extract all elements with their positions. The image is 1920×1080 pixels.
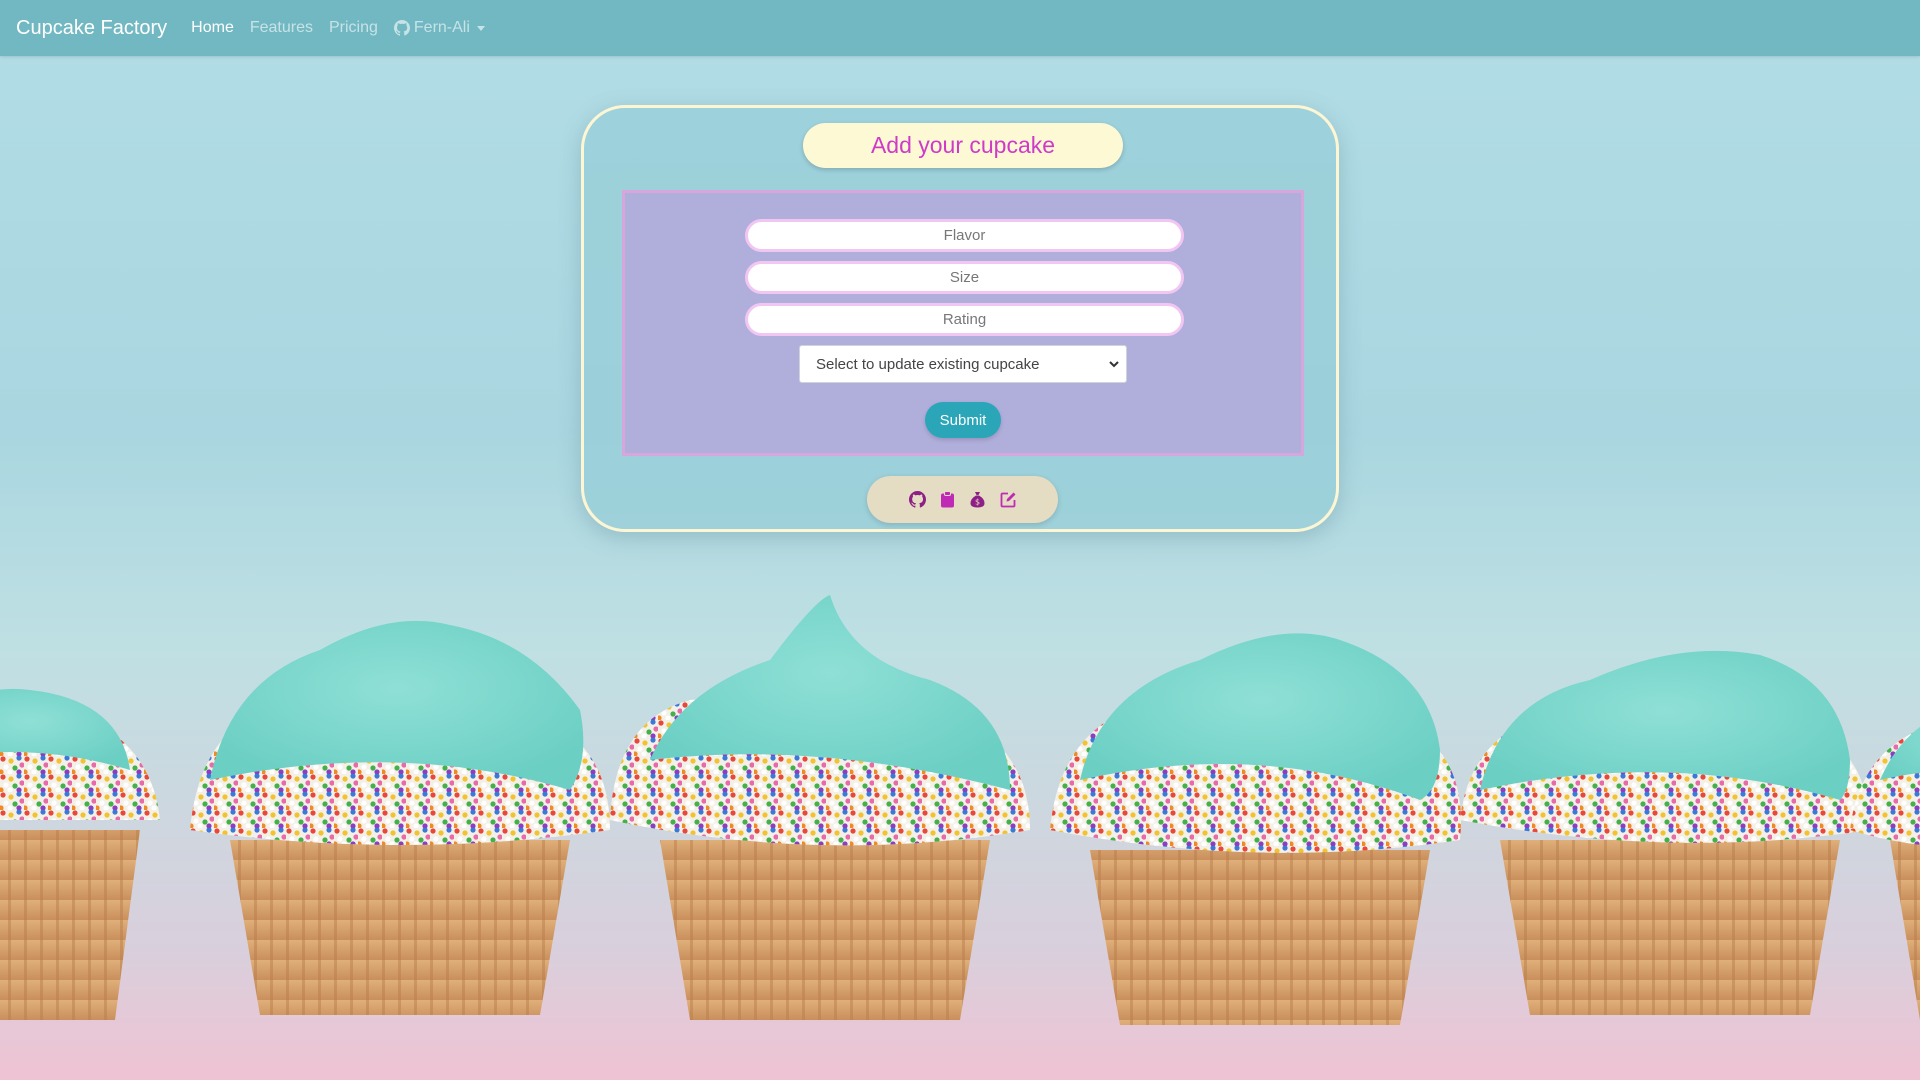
user-dropdown-label: Fern-Ali bbox=[413, 19, 470, 36]
card-title: Add your cupcake bbox=[803, 123, 1123, 168]
user-dropdown[interactable]: Fern-Ali bbox=[393, 19, 485, 37]
update-cupcake-select-value: Select to update existing cupcake bbox=[816, 355, 1040, 373]
github-icon bbox=[393, 20, 410, 36]
cupcake-form: Select to update existing cupcake Submit bbox=[622, 190, 1304, 456]
svg-text:$: $ bbox=[974, 498, 979, 507]
top-navbar: Cupcake Factory Home Features Pricing Fe… bbox=[0, 0, 1920, 56]
size-input[interactable] bbox=[745, 261, 1184, 294]
icon-toolbar: $ bbox=[867, 476, 1058, 523]
money-bag-icon[interactable]: $ bbox=[969, 491, 986, 508]
add-cupcake-card: Add your cupcake Select to update existi… bbox=[581, 105, 1339, 532]
update-cupcake-select[interactable]: Select to update existing cupcake bbox=[799, 345, 1127, 383]
flavor-input[interactable] bbox=[745, 219, 1184, 252]
clipboard-icon[interactable] bbox=[940, 491, 955, 508]
nav-link-pricing[interactable]: Pricing bbox=[329, 19, 378, 37]
nav-link-features[interactable]: Features bbox=[250, 19, 313, 37]
submit-button[interactable]: Submit bbox=[925, 402, 1001, 438]
chevron-down-icon bbox=[1109, 361, 1119, 368]
github-icon[interactable] bbox=[908, 491, 926, 508]
caret-down-icon bbox=[476, 25, 485, 31]
edit-icon[interactable] bbox=[1000, 491, 1017, 508]
brand-link[interactable]: Cupcake Factory bbox=[16, 17, 167, 40]
nav-link-home[interactable]: Home bbox=[191, 19, 234, 37]
rating-input[interactable] bbox=[745, 303, 1184, 336]
